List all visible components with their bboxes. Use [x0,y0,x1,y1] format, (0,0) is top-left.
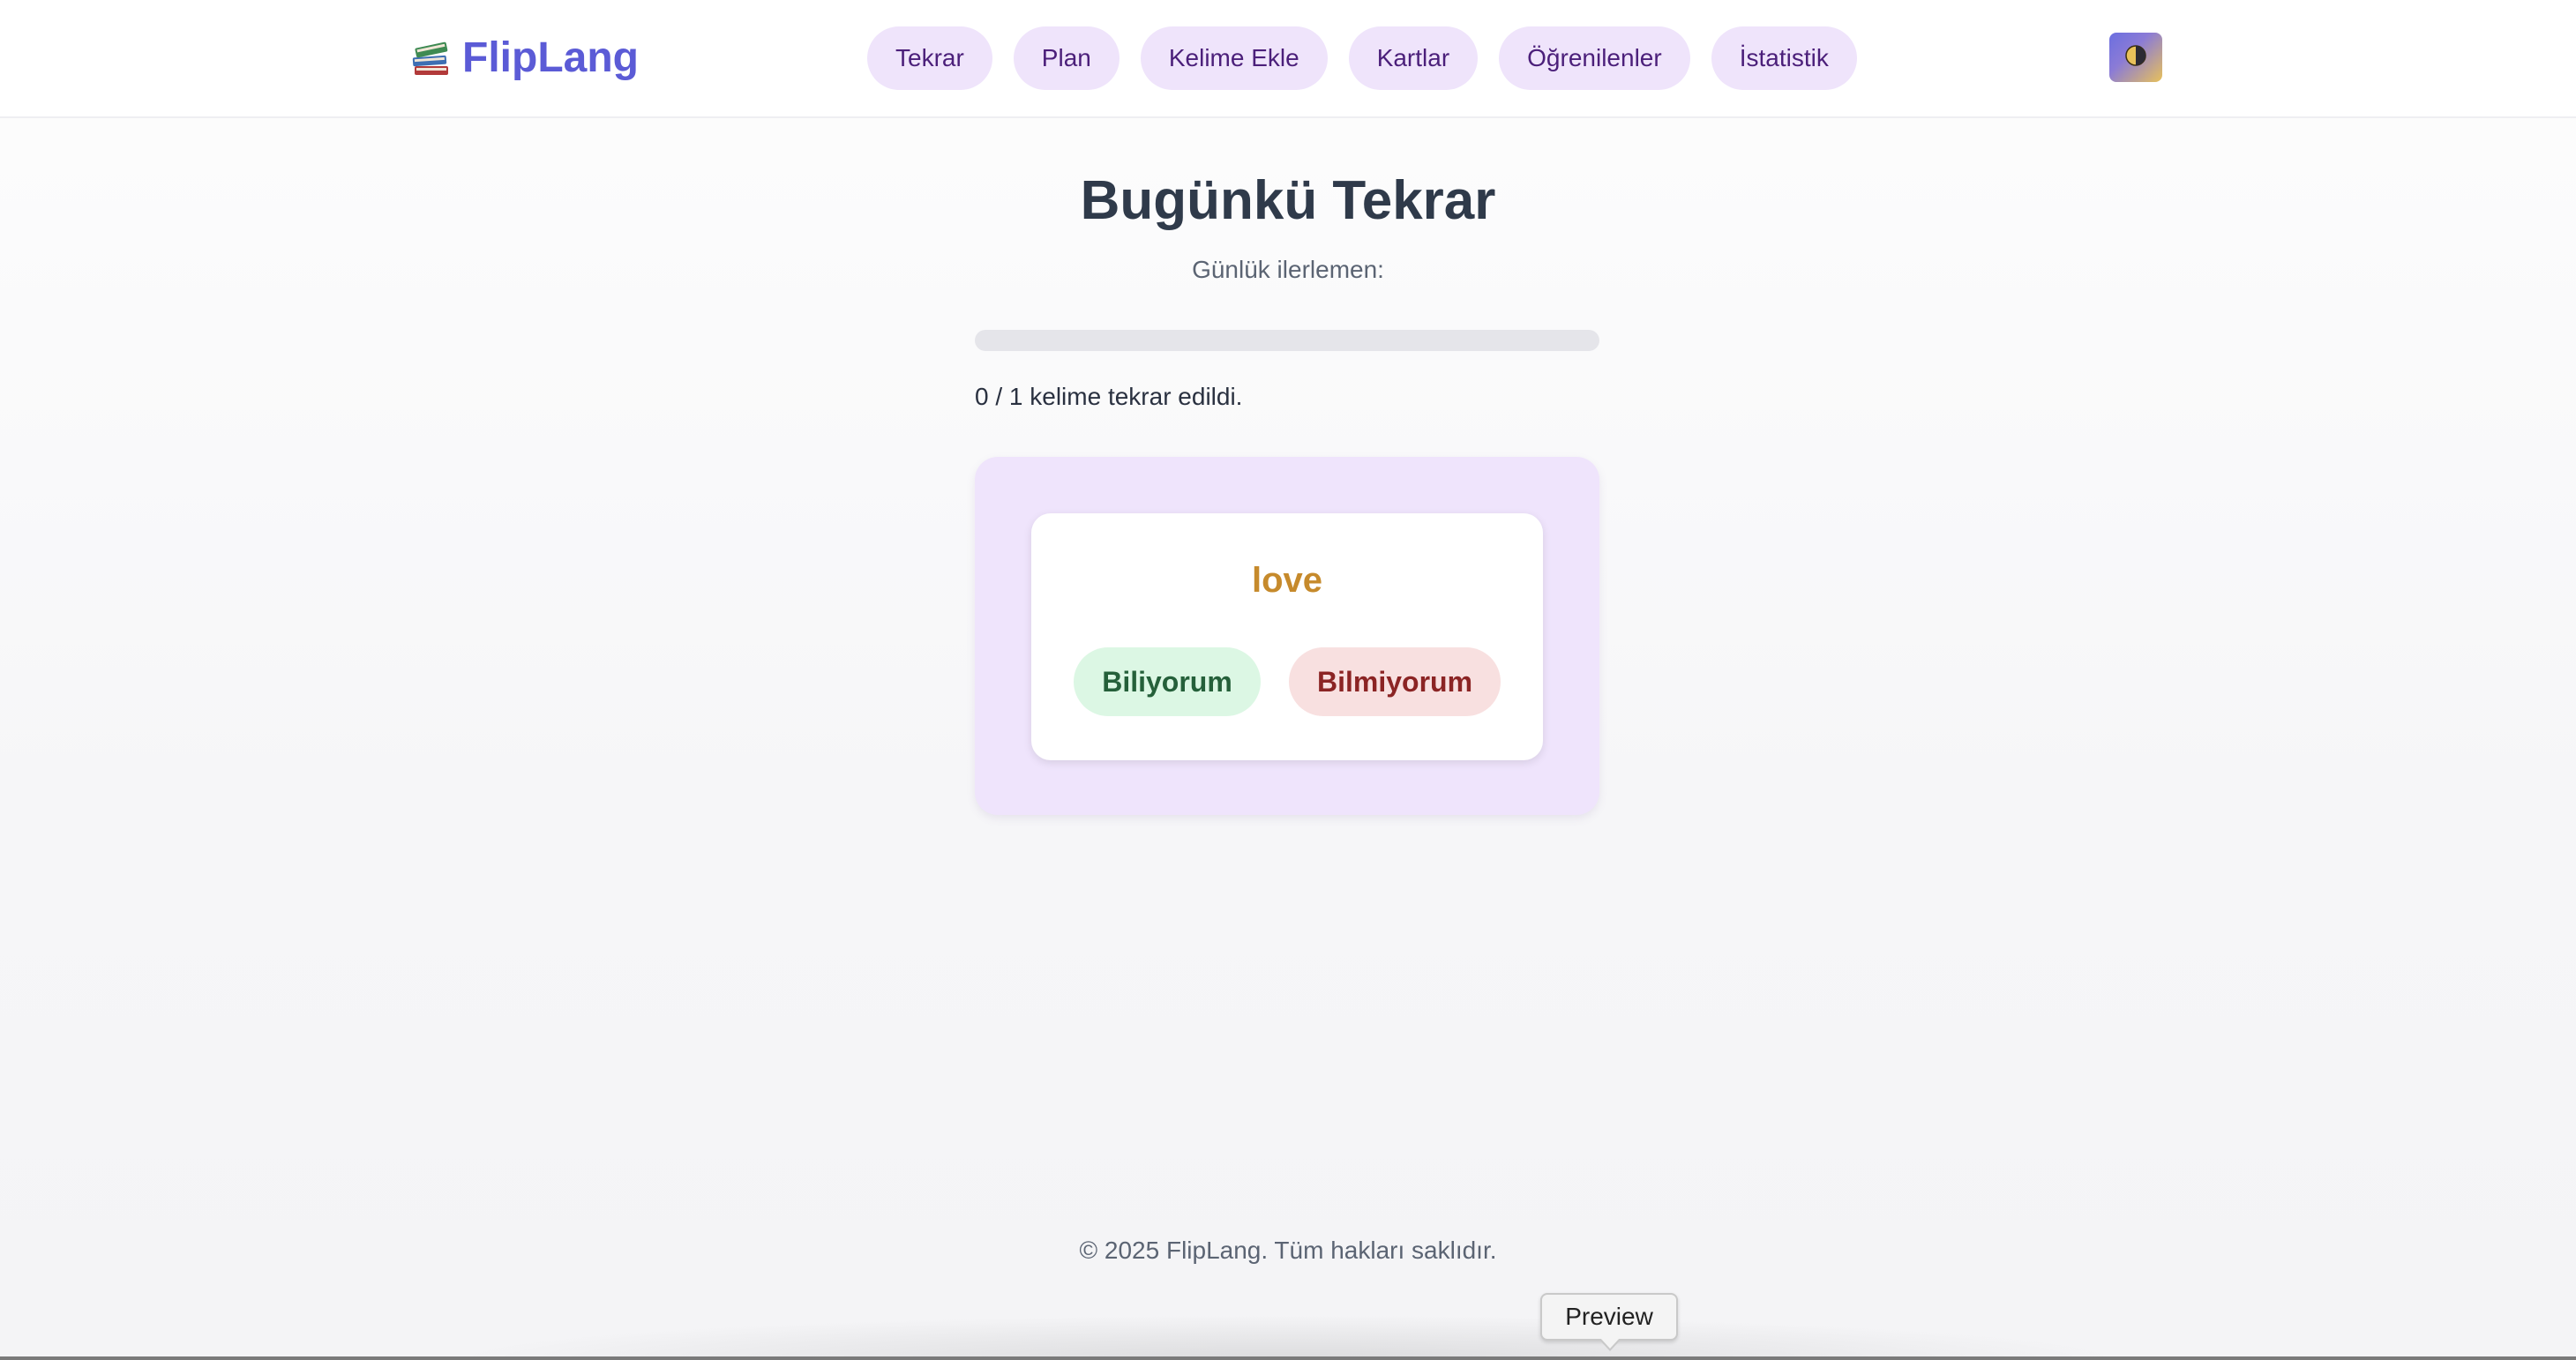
progress-text: 0 / 1 kelime tekrar edildi. [975,383,1243,410]
main-nav: Tekrar Plan Kelime Ekle Kartlar Öğrenile… [867,26,1857,90]
window-bottom-edge [0,1356,2576,1360]
know-button[interactable]: Biliyorum [1074,647,1261,716]
tooltip-arrow-inner [1600,1338,1620,1349]
brand-name: FlipLang [462,34,639,81]
footer-copyright: © 2025 FlipLang. Tüm hakları saklıdır. [1079,1237,1497,1264]
nav-kelime-ekle[interactable]: Kelime Ekle [1140,26,1328,90]
nav-plan[interactable]: Plan [1013,26,1120,90]
books-icon [411,36,452,78]
daily-progress-bar [975,330,1599,351]
preview-shadow [441,1314,2135,1360]
preview-tooltip: Preview [1540,1293,1678,1341]
flashcard-word[interactable]: love [1031,561,1543,601]
nav-istatistik[interactable]: İstatistik [1711,26,1857,90]
flashcard-container: love Biliyorum Bilmiyorum [975,457,1599,815]
page-title: Bugünkü Tekrar [1080,170,1496,231]
dont-know-button[interactable]: Bilmiyorum [1289,647,1501,716]
nav-tekrar[interactable]: Tekrar [867,26,992,90]
theme-toggle-button[interactable] [2109,33,2162,82]
half-moon-icon [2123,43,2148,72]
top-navbar: FlipLang Tekrar Plan Kelime Ekle Kartlar… [0,0,2576,118]
brand-logo[interactable]: FlipLang [411,28,639,86]
page-subtitle: Günlük ilerlemen: [1192,256,1384,283]
nav-kartlar[interactable]: Kartlar [1348,26,1479,90]
nav-ogrenilenler[interactable]: Öğrenilenler [1499,26,1690,90]
flashcard: love Biliyorum Bilmiyorum [1031,513,1543,760]
